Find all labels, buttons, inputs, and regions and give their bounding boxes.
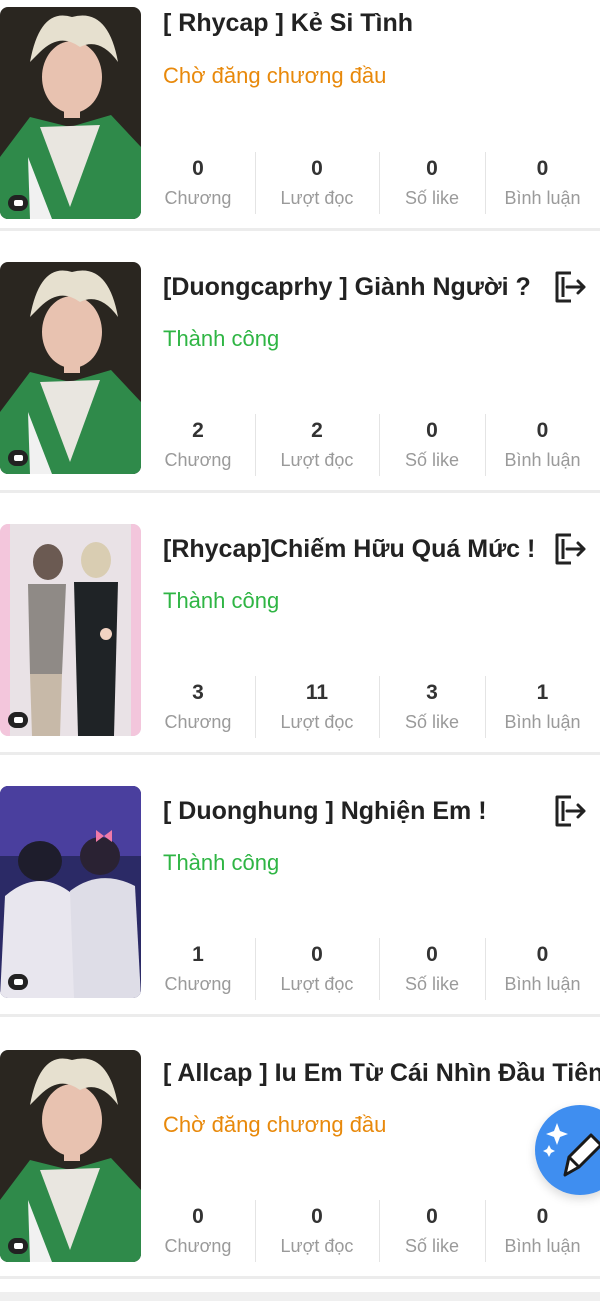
- story-title[interactable]: [ Rhycap ] Kẻ Si Tình: [163, 9, 413, 38]
- story-item[interactable]: [ Rhycap ] Kẻ Si Tình Chờ đăng chương đầ…: [0, 0, 600, 231]
- story-cover-image[interactable]: [0, 1050, 141, 1262]
- story-cover-image[interactable]: [0, 786, 141, 998]
- exit-icon[interactable]: [551, 269, 587, 305]
- chat-icon: [8, 195, 28, 211]
- stat-likes: 3 Số like: [379, 676, 485, 738]
- stat-reads: 0 Lượt đọc: [255, 152, 379, 214]
- stat-chapters: 2 Chương: [164, 419, 232, 470]
- chat-icon: [8, 1238, 28, 1254]
- story-title[interactable]: [Duongcaprhy ] Giành Người ?: [163, 273, 531, 302]
- stat-comments: 0 Bình luận: [485, 1200, 600, 1262]
- story-title[interactable]: [ Duonghung ] Nghiện Em !: [163, 797, 487, 826]
- stat-likes: 0 Số like: [379, 1200, 485, 1262]
- story-cover-image[interactable]: [0, 7, 141, 219]
- chat-icon: [8, 974, 28, 990]
- stat-chapters: 0 Chương: [164, 1205, 232, 1256]
- write-story-button[interactable]: [535, 1105, 600, 1195]
- chat-icon: [8, 450, 28, 466]
- story-item[interactable]: [Rhycap]Chiếm Hữu Quá Mức ! Thành công 3…: [0, 493, 600, 755]
- story-status: Thành công: [163, 850, 280, 875]
- stat-reads: 11 Lượt đọc: [255, 676, 379, 738]
- stat-reads: 0 Lượt đọc: [255, 938, 379, 1000]
- chat-icon: [8, 712, 28, 728]
- stat-likes: 0 Số like: [379, 414, 485, 476]
- story-status: Thành công: [163, 326, 280, 351]
- story-stats: 0 Chương 0 Lượt đọc 0 Số like 0 Bình luận: [141, 152, 600, 214]
- stat-chapters: 0 Chương: [164, 157, 232, 208]
- story-title[interactable]: [Rhycap]Chiếm Hữu Quá Mức !: [163, 535, 535, 564]
- story-stats: 3 Chương 11 Lượt đọc 3 Số like 1 Bình luận: [141, 676, 600, 738]
- divider: [0, 1276, 600, 1279]
- story-stats: 2 Chương 2 Lượt đọc 0 Số like 0 Bình luận: [141, 414, 600, 476]
- story-stats: 0 Chương 0 Lượt đọc 0 Số like 0 Bình luận: [141, 1200, 600, 1262]
- stat-chapters: 3 Chương: [164, 681, 232, 732]
- story-item[interactable]: [ Duonghung ] Nghiện Em ! Thành công 1 Ch…: [0, 755, 600, 1017]
- stat-likes: 0 Số like: [379, 152, 485, 214]
- story-title[interactable]: [ Allcap ] Iu Em Từ Cái Nhìn Đầu Tiên: [163, 1059, 600, 1088]
- stat-comments: 0 Bình luận: [485, 414, 600, 476]
- bottom-bar: [0, 1292, 600, 1301]
- exit-icon[interactable]: [551, 531, 587, 567]
- stat-chapters: 1 Chương: [164, 943, 232, 994]
- stat-comments: 0 Bình luận: [485, 152, 600, 214]
- story-item[interactable]: [Duongcaprhy ] Giành Người ? Thành công …: [0, 231, 600, 493]
- story-status: Thành công: [163, 588, 280, 613]
- story-cover-image[interactable]: [0, 262, 141, 474]
- pencil-sparkle-icon: [543, 1123, 600, 1177]
- story-stats: 1 Chương 0 Lượt đọc 0 Số like 0 Bình luận: [141, 938, 600, 1000]
- stat-reads: 0 Lượt đọc: [255, 1200, 379, 1262]
- story-item[interactable]: [ Allcap ] Iu Em Từ Cái Nhìn Đầu Tiên Ch…: [0, 1017, 600, 1279]
- stat-comments: 0 Bình luận: [485, 938, 600, 1000]
- stat-reads: 2 Lượt đọc: [255, 414, 379, 476]
- stat-comments: 1 Bình luận: [485, 676, 600, 738]
- stat-likes: 0 Số like: [379, 938, 485, 1000]
- story-status: Chờ đăng chương đầu: [163, 1112, 387, 1137]
- exit-icon[interactable]: [551, 793, 587, 829]
- story-cover-image[interactable]: [0, 524, 141, 736]
- story-status: Chờ đăng chương đầu: [163, 63, 387, 88]
